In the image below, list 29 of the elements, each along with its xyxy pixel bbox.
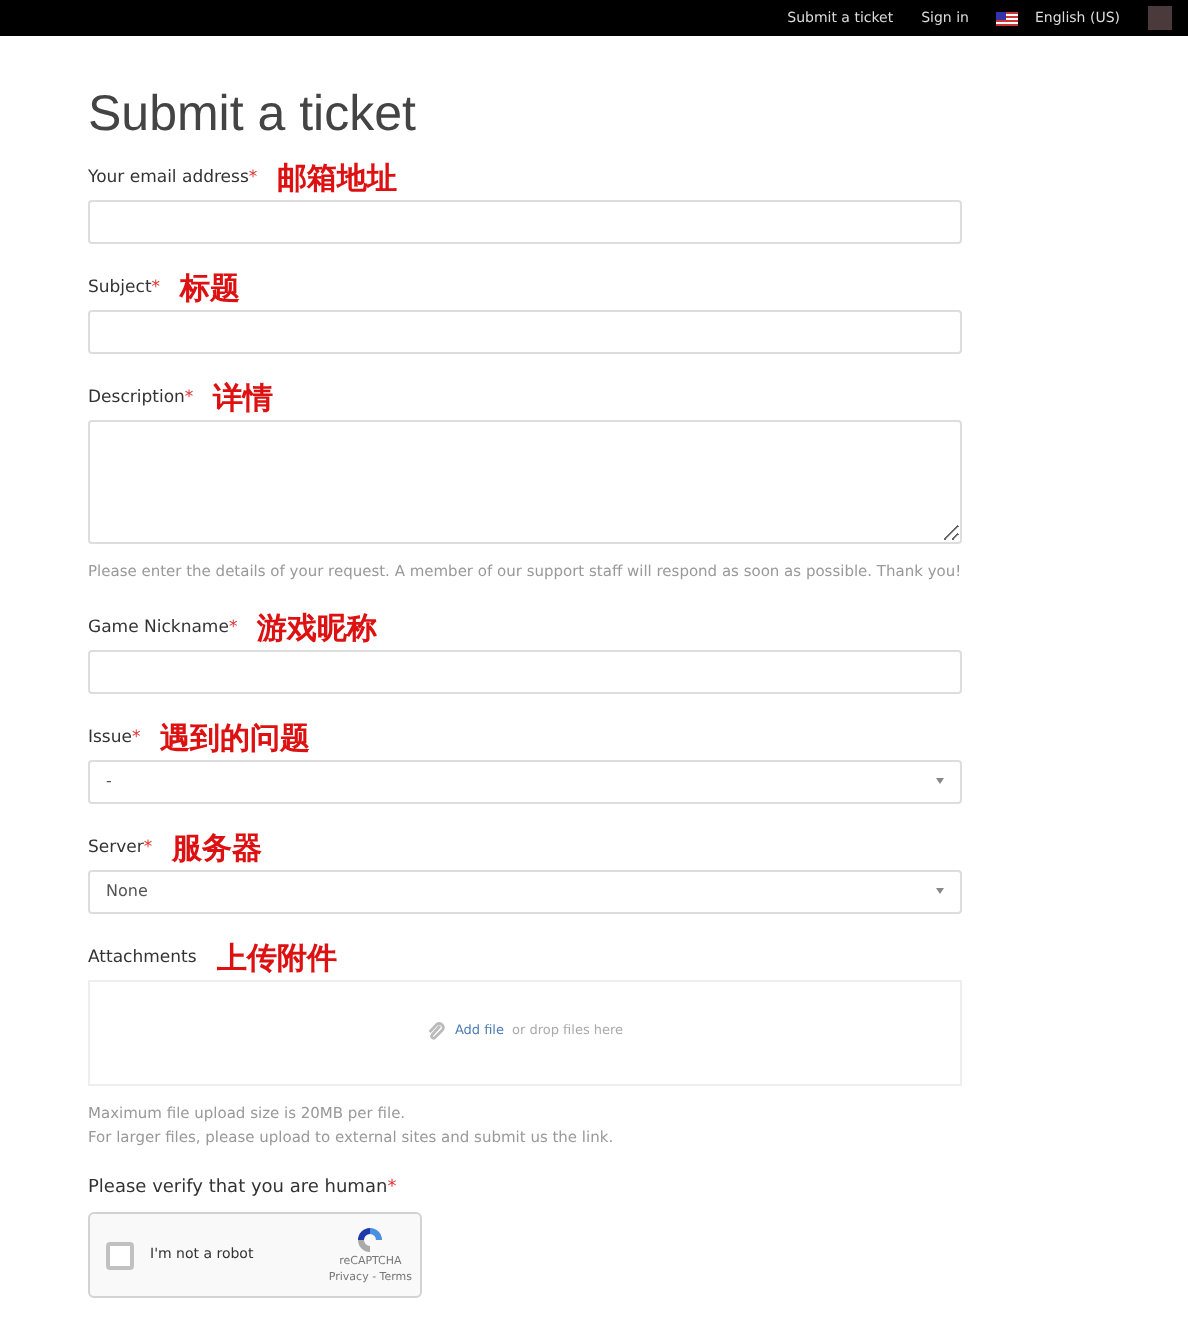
annotation-text: 标题 bbox=[180, 274, 241, 304]
text-field[interactable] bbox=[88, 199, 962, 243]
annotation-text: 上传附件 bbox=[216, 944, 337, 974]
annotation-text: 服务器 bbox=[172, 834, 263, 864]
text-field[interactable] bbox=[88, 649, 962, 693]
annotation-text: 邮箱地址 bbox=[277, 164, 398, 194]
annotation-text: 详情 bbox=[213, 384, 274, 414]
flag-icon bbox=[996, 11, 1019, 25]
user-avatar[interactable] bbox=[1148, 6, 1172, 30]
field-label: Description* bbox=[88, 386, 194, 412]
page-title: Submit a ticket bbox=[88, 88, 418, 143]
recaptcha-logo-icon bbox=[354, 1224, 387, 1257]
field-label: Your email address* bbox=[88, 166, 258, 192]
field-label: Issue* bbox=[88, 726, 141, 752]
field-label: Attachments bbox=[88, 946, 197, 972]
caret-icon bbox=[936, 888, 944, 894]
field-label: Server* bbox=[88, 836, 153, 862]
field-label: Subject* bbox=[88, 276, 161, 302]
caret-icon bbox=[936, 778, 944, 784]
annotation-text: 遇到的问题 bbox=[160, 724, 311, 754]
checkbox[interactable] bbox=[106, 1241, 134, 1269]
select-field[interactable]: - bbox=[88, 759, 962, 803]
annotation-text: 游戏昵称 bbox=[257, 614, 378, 644]
select-field[interactable]: None bbox=[88, 869, 962, 913]
text-field[interactable] bbox=[88, 309, 962, 353]
field-label: Game Nickname* bbox=[88, 616, 238, 642]
paperclip-icon bbox=[426, 1022, 447, 1042]
text-area[interactable] bbox=[88, 419, 962, 543]
field-label: Please verify that you are human* bbox=[88, 1177, 397, 1197]
